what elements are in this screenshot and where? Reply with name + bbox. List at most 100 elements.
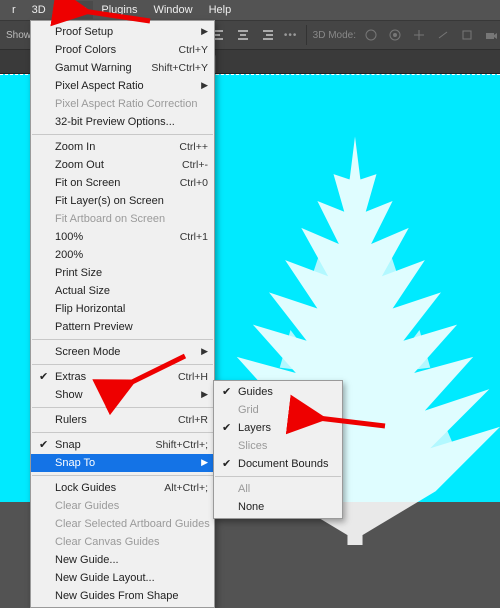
view-item-flip-horizontal[interactable]: Flip Horizontal	[31, 300, 214, 318]
menu-shortcut: Ctrl+-	[182, 159, 208, 171]
menu-item-label: Zoom In	[55, 141, 95, 153]
menu-item-label: Guides	[238, 386, 273, 398]
menu-item-label: Pattern Preview	[55, 321, 133, 333]
menu-item-label: Proof Setup	[55, 26, 113, 38]
view-item-print-size[interactable]: Print Size	[31, 264, 214, 282]
menu-item-label: Pixel Aspect Ratio	[55, 80, 144, 92]
menu-separator	[32, 432, 213, 433]
view-item-pattern-preview[interactable]: Pattern Preview	[31, 318, 214, 336]
more-icon[interactable]: •••	[282, 26, 300, 44]
view-item-fit-layer-s-on-screen[interactable]: Fit Layer(s) on Screen	[31, 192, 214, 210]
view-item-pixel-aspect-ratio-correction: Pixel Aspect Ratio Correction	[31, 95, 214, 113]
view-item-extras[interactable]: ✔ExtrasCtrl+H	[31, 368, 214, 386]
view-item-screen-mode[interactable]: Screen Mode ▶	[31, 343, 214, 361]
menu-item-label: Actual Size	[55, 285, 110, 297]
view-item-proof-colors[interactable]: Proof ColorsCtrl+Y	[31, 41, 214, 59]
menu-item-label: Flip Horizontal	[55, 303, 125, 315]
menu-item-label: Zoom Out	[55, 159, 104, 171]
view-menu: Proof Setup▶Proof ColorsCtrl+YGamut Warn…	[30, 20, 215, 608]
menu-item-label: Extras	[55, 371, 86, 383]
view-item-gamut-warning[interactable]: Gamut Warning Shift+Ctrl+Y	[31, 59, 214, 77]
menu-shortcut: Shift+Ctrl+Y	[151, 62, 208, 74]
menu-separator	[215, 476, 341, 477]
view-item-pixel-aspect-ratio[interactable]: Pixel Aspect Ratio ▶	[31, 77, 214, 95]
view-item-clear-canvas-guides: Clear Canvas Guides	[31, 533, 214, 551]
check-icon: ✔	[39, 438, 48, 451]
check-icon: ✔	[222, 421, 231, 434]
submenu-arrow-icon: ▶	[201, 80, 208, 91]
align-right-icon[interactable]	[258, 26, 276, 44]
menu-item-label: New Guide...	[55, 554, 119, 566]
menu-shortcut: Ctrl+0	[180, 177, 208, 189]
align-center-icon[interactable]	[234, 26, 252, 44]
menu-separator	[32, 134, 213, 135]
menu-separator	[32, 339, 213, 340]
check-icon: ✔	[39, 370, 48, 383]
menu-shortcut: Ctrl++	[179, 141, 208, 153]
view-item-zoom-out[interactable]: Zoom Out Ctrl+-	[31, 156, 214, 174]
view-item-zoom-in[interactable]: Zoom In Ctrl++	[31, 138, 214, 156]
menu-prev[interactable]: r	[4, 1, 24, 19]
submenu-arrow-icon: ▶	[201, 389, 208, 400]
menu-item-label: Print Size	[55, 267, 102, 279]
menubar: r 3D View Plugins Window Help	[0, 0, 500, 20]
menu-item-label: Snap To	[55, 457, 95, 469]
snap-to-item-all: All	[214, 480, 342, 498]
3d-scale-icon[interactable]	[458, 26, 476, 44]
menu-item-label: Show	[55, 389, 83, 401]
menu-item-label: Lock Guides	[55, 482, 116, 494]
menu-item-label: Screen Mode	[55, 346, 120, 358]
menu-3d[interactable]: 3D	[24, 1, 54, 19]
3d-pan-icon[interactable]	[410, 26, 428, 44]
menu-item-label: 32-bit Preview Options...	[55, 116, 175, 128]
view-item-fit-on-screen[interactable]: Fit on ScreenCtrl+0	[31, 174, 214, 192]
view-item-clear-selected-artboard-guides: Clear Selected Artboard Guides	[31, 515, 214, 533]
view-item-snap[interactable]: ✔ Snap Shift+Ctrl+;	[31, 436, 214, 454]
view-item-snap-to[interactable]: Snap To▶	[31, 454, 214, 472]
menu-item-label: New Guide Layout...	[55, 572, 155, 584]
menu-shortcut: Alt+Ctrl+;	[164, 482, 208, 494]
view-item-proof-setup[interactable]: Proof Setup ▶	[31, 23, 214, 41]
menu-help[interactable]: Help	[201, 1, 240, 19]
submenu-arrow-icon: ▶	[201, 26, 208, 37]
snap-to-item-slices: Slices	[214, 437, 342, 455]
menu-view[interactable]: View	[54, 1, 94, 19]
menu-separator	[32, 364, 213, 365]
snap-to-item-guides[interactable]: ✔Guides	[214, 383, 342, 401]
menu-item-label: Clear Selected Artboard Guides	[55, 518, 210, 530]
view-item-100[interactable]: 100%Ctrl+1	[31, 228, 214, 246]
view-item-new-guide[interactable]: New Guide...	[31, 551, 214, 569]
view-item-rulers[interactable]: RulersCtrl+R	[31, 411, 214, 429]
menu-item-label: Snap	[55, 439, 81, 451]
3d-slide-icon[interactable]	[434, 26, 452, 44]
view-item-new-guides-from-shape[interactable]: New Guides From Shape	[31, 587, 214, 605]
menu-item-label: 100%	[55, 231, 83, 243]
view-item-actual-size[interactable]: Actual Size	[31, 282, 214, 300]
snap-to-item-none[interactable]: None	[214, 498, 342, 516]
3d-camera-icon[interactable]	[482, 26, 500, 44]
snap-to-item-grid: Grid	[214, 401, 342, 419]
3d-orbit-icon[interactable]	[362, 26, 380, 44]
menu-plugins[interactable]: Plugins	[93, 1, 145, 19]
menu-shortcut: Ctrl+R	[178, 414, 208, 426]
view-item-clear-guides: Clear Guides	[31, 497, 214, 515]
snap-to-item-layers[interactable]: ✔Layers	[214, 419, 342, 437]
3d-roll-icon[interactable]	[386, 26, 404, 44]
view-item-lock-guides[interactable]: Lock Guides Alt+Ctrl+;	[31, 479, 214, 497]
menu-item-label: 200%	[55, 249, 83, 261]
menu-item-label: Gamut Warning	[55, 62, 132, 74]
menu-item-label: All	[238, 483, 250, 495]
view-item-new-guide-layout[interactable]: New Guide Layout...	[31, 569, 214, 587]
snap-to-item-document-bounds[interactable]: ✔Document Bounds	[214, 455, 342, 473]
menu-window[interactable]: Window	[145, 1, 200, 19]
check-icon: ✔	[222, 457, 231, 470]
view-item-32-bit-preview-options[interactable]: 32-bit Preview Options...	[31, 113, 214, 131]
menu-separator	[32, 475, 213, 476]
menu-item-label: Clear Canvas Guides	[55, 536, 160, 548]
view-item-200[interactable]: 200%	[31, 246, 214, 264]
menu-item-label: Slices	[238, 440, 267, 452]
menu-shortcut: Shift+Ctrl+;	[155, 439, 208, 451]
submenu-arrow-icon: ▶	[201, 346, 208, 357]
view-item-fit-artboard-on-screen: Fit Artboard on Screen	[31, 210, 214, 228]
view-item-show[interactable]: Show ▶	[31, 386, 214, 404]
